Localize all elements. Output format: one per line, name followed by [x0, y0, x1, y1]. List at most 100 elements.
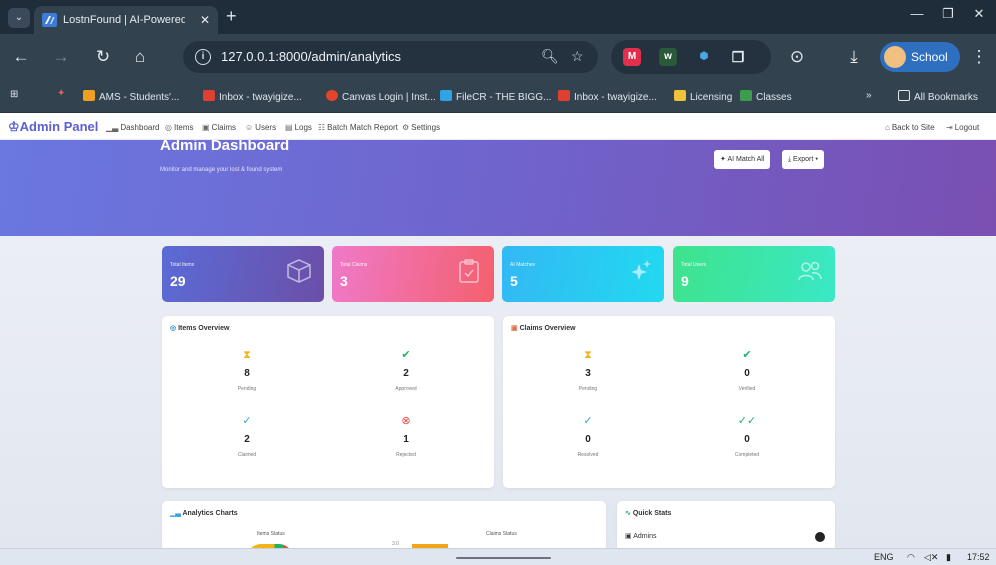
bookmark-licensing[interactable]: Licensing [674, 90, 732, 103]
home-icon[interactable]: ⌂ [129, 47, 151, 67]
nav-claims[interactable]: ▣ Claims [202, 123, 236, 132]
stat-value: 5 [510, 273, 518, 289]
tab-close-icon[interactable]: ✕ [200, 13, 210, 27]
logout-link[interactable]: ⇥ Logout [946, 123, 979, 132]
page-title: Admin Dashboard [160, 140, 290, 154]
extension-m-icon[interactable]: M [623, 48, 641, 66]
metric-value: 8 [244, 368, 250, 379]
stat-card-ai-matches: AI Matches 5 [502, 246, 664, 302]
metric-label: Rejected [396, 452, 416, 458]
log-icon: ▤ [285, 123, 293, 132]
stat-card-total-claims: Total Claims 3 [332, 246, 494, 302]
forward-arrow-icon[interactable]: → [50, 47, 72, 67]
admins-count-badge [815, 532, 825, 542]
omnibox[interactable]: i 127.0.0.1:8000/admin/analytics 🔍︎ ☆ [183, 41, 598, 73]
apps-grid-icon[interactable]: ⊞ [10, 89, 18, 100]
reload-icon[interactable]: ↻ [92, 47, 114, 67]
nav-settings[interactable]: ⚙ Settings [402, 123, 440, 132]
caret-down-icon: ▾ [813, 156, 819, 163]
bookmark-gmail-1[interactable]: Inbox - twayigize... [203, 90, 302, 103]
new-tab-plus-icon[interactable]: + [226, 6, 237, 27]
stat-label: Total Claims [340, 262, 368, 268]
tab-search-chevron-icon[interactable]: ⌄ [8, 8, 30, 28]
items-overview-title: ◎ Items Overview [170, 325, 230, 332]
hourglass-icon: ⧗ [243, 349, 251, 361]
volume-icon[interactable]: ◁✕ [924, 552, 938, 563]
incognito-icon[interactable]: ⊙ [786, 47, 808, 67]
tab-title: LostnFound | AI-Powered Lo [63, 14, 185, 26]
items-status-chart-title: Items Status [257, 531, 285, 537]
battery-icon[interactable]: ▮ [946, 552, 951, 563]
wifi-icon[interactable]: ◠ [907, 552, 915, 563]
browser-tab-active[interactable]: LostnFound | AI-Powered Lo ✕ [34, 6, 218, 34]
metric-value: 3 [585, 368, 591, 379]
claims-status-chart-title: Claims Status [486, 531, 517, 537]
logout-icon: ⇥ [946, 123, 953, 132]
export-dropdown-button[interactable]: ⤓ Export ▾ [782, 150, 825, 169]
bookmark-filecr[interactable]: FileCR - THE BIGG... [440, 90, 551, 103]
pinwheel-icon[interactable]: ✦ [57, 88, 65, 99]
restore-icon[interactable]: ❐ [934, 6, 962, 22]
bookmark-classes[interactable]: Classes [740, 90, 792, 103]
double-check-icon: ✓✓ [737, 415, 757, 427]
metric-claims-verified: ✔︎ 0 Verified [687, 348, 807, 392]
bookmark-gmail-2[interactable]: Inbox - twayigize... [558, 90, 657, 103]
metric-value: 0 [744, 368, 750, 379]
menu-kebab-icon[interactable]: ⋮ [968, 47, 990, 67]
ai-match-all-button[interactable]: ✦ AI Match All [714, 150, 771, 169]
nav-batch-match-report[interactable]: ☷ Batch Match Report [318, 123, 398, 132]
extension-shield-icon[interactable]: ⬢ [695, 48, 713, 66]
stat-value: 3 [340, 273, 348, 289]
gear-icon: ⚙ [402, 123, 410, 132]
analytics-charts-card: ▁▃ Analytics Charts Items Status Claims … [162, 501, 606, 548]
url-text[interactable]: 127.0.0.1:8000/admin/analytics [221, 49, 401, 64]
back-arrow-icon[interactable]: ← [10, 47, 32, 67]
clipboard-check-icon [459, 259, 479, 283]
close-window-icon[interactable]: ✕ [965, 6, 993, 22]
bookmarks-overflow-icon[interactable]: » [866, 90, 872, 101]
sparkle-icon [631, 260, 651, 280]
extensions-pill: M w ⬢ ❒ [611, 40, 771, 74]
metric-items-rejected: ⊗ 1 Rejected [346, 414, 466, 458]
stat-label: Total Items [170, 262, 195, 268]
clock[interactable]: 17:52 [967, 552, 990, 562]
items-overview-card: ◎ Items Overview ⧗ 8 Pending ✔︎ 2 Approved ✓… [162, 316, 494, 488]
nav-users[interactable]: ☺ Users [245, 123, 276, 132]
download-icon[interactable]: ⤓ [843, 47, 865, 67]
analytics-charts-title: ▁▃ Analytics Charts [170, 510, 238, 517]
metric-items-approved: ✔︎ 2 Approved [346, 348, 466, 392]
language-indicator[interactable]: ENG [874, 552, 894, 562]
shield-user-icon: ♔ [8, 119, 20, 134]
metric-label: Approved [395, 386, 417, 392]
page-viewport: Admin Dashboard Monitor and manage your … [0, 140, 996, 548]
all-bookmarks[interactable]: All Bookmarks [898, 90, 978, 103]
claims-overview-title: ▣ Claims Overview [511, 325, 576, 332]
check-icon: ✓ [583, 415, 593, 427]
site-info-icon[interactable]: i [195, 49, 211, 65]
diagram-icon: ☷ [318, 123, 326, 132]
chart-icon: ▁▃ [106, 123, 119, 132]
profile-label: School [911, 50, 948, 64]
profile-button[interactable]: School [880, 42, 960, 72]
nav-dashboard[interactable]: ▁▃ Dashboard [106, 123, 159, 132]
back-to-site-link[interactable]: ⌂ Back to Site [885, 123, 935, 132]
metric-claims-completed: ✓✓ 0 Completed [687, 414, 807, 458]
metric-label: Pending [237, 386, 257, 392]
clipboard-icon: ▣ [511, 325, 520, 332]
metric-claims-resolved: ✓ 0 Resolved [528, 414, 648, 458]
users-icon: ☺ [245, 123, 254, 132]
bookmark-star-icon[interactable]: ☆ [571, 48, 584, 65]
minimize-icon[interactable]: — [903, 6, 931, 21]
bookmark-canvas[interactable]: Canvas Login | Inst... [326, 90, 436, 103]
admin-brand[interactable]: ♔Admin Panel [8, 119, 98, 135]
metric-label: Resolved [577, 452, 599, 458]
extension-w-icon[interactable]: w [659, 48, 677, 66]
extensions-puzzle-icon[interactable]: ❒ [729, 48, 747, 66]
bookmark-ams[interactable]: AMS - Students'... [83, 90, 179, 103]
metric-items-pending: ⧗ 8 Pending [187, 348, 307, 392]
zoom-search-icon[interactable]: 🔍︎ [541, 48, 559, 65]
taskbar-handle[interactable] [456, 557, 551, 559]
nav-logs[interactable]: ▤ Logs [285, 123, 312, 132]
metric-label: Completed [734, 452, 760, 458]
nav-items[interactable]: ◎ Items [165, 123, 194, 132]
